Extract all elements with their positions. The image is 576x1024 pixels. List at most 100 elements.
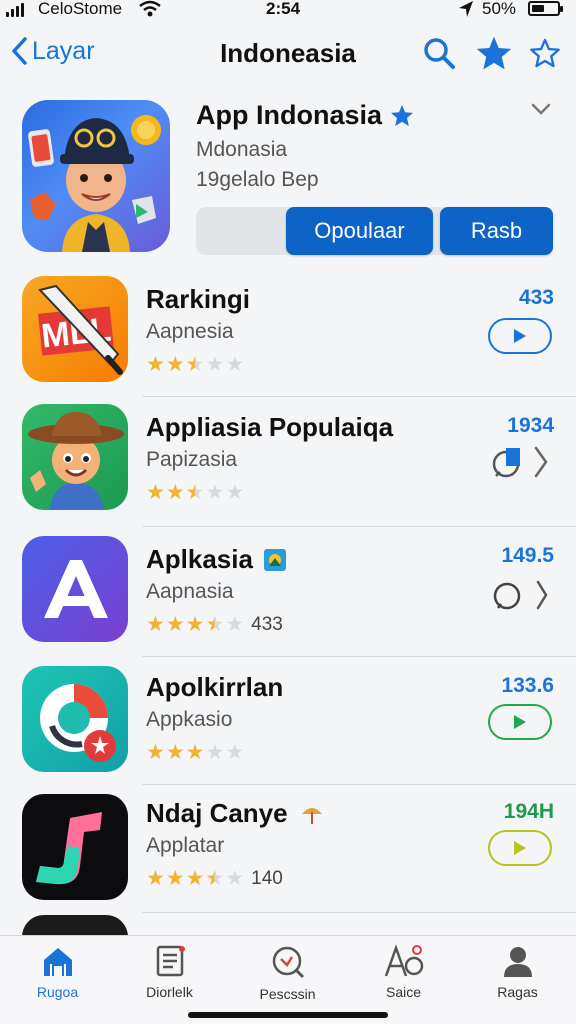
- star-icon: ★: [165, 481, 185, 504]
- comment-icon: [493, 582, 521, 610]
- divider: [142, 396, 576, 397]
- chevron-down-icon: [531, 103, 551, 115]
- app-row[interactable]: Apolkirrlan Appkasio ★ ★ ★ ★ ★ 133.6: [0, 658, 576, 786]
- star-icon: ★: [225, 353, 245, 376]
- star-icon: ★: [205, 613, 225, 636]
- mll-icon: MLL: [22, 276, 128, 382]
- navigation-bar: Layar Indoneasia: [0, 22, 576, 84]
- app-name: Ndaj Canye: [146, 798, 288, 828]
- wifi-icon: [139, 0, 161, 23]
- search-button[interactable]: [420, 34, 458, 72]
- tab-label: Rugoa: [36, 984, 79, 1000]
- tab-home[interactable]: Rugoa: [0, 944, 115, 1014]
- app-row[interactable]: Aplkasia Aapnasia ★ ★ ★ ★ ★ 433 149.5: [0, 528, 576, 656]
- star-icon: ★: [205, 867, 225, 890]
- favorite-filled-button[interactable]: [475, 34, 513, 72]
- badge-icon: [263, 548, 286, 571]
- star-icon: ★: [185, 353, 205, 376]
- app-number: 194H: [503, 800, 554, 823]
- favorite-outline-button[interactable]: [526, 34, 564, 72]
- featured-app-meta: 19gelalo Bep: [196, 168, 319, 191]
- star-icon: ★: [225, 481, 245, 504]
- play-button[interactable]: [488, 830, 552, 866]
- home-icon: [43, 948, 72, 976]
- app-number: 133.6: [501, 674, 554, 697]
- tab-label: Pescssin: [259, 986, 316, 1002]
- tab-search[interactable]: Pescssin: [230, 944, 345, 1014]
- star-icon: ★: [185, 741, 205, 764]
- person-icon: [503, 947, 532, 977]
- star-icon: ★: [146, 741, 165, 764]
- play-button[interactable]: [488, 318, 552, 354]
- app-number: 149.5: [501, 544, 554, 567]
- expand-button[interactable]: [530, 102, 552, 121]
- play-pill: [488, 318, 552, 354]
- rating-stars: ★ ★ ★ ★ ★ 433: [146, 614, 283, 635]
- letter-a-icon: [22, 536, 128, 642]
- home-indicator[interactable]: [188, 1012, 388, 1018]
- app-subtitle: Aapnasia: [146, 580, 234, 603]
- battery-icon: [528, 1, 563, 16]
- tab-documents[interactable]: Diorlelk: [112, 944, 227, 1014]
- tab-label: Saice: [385, 984, 422, 1000]
- app-subtitle: Papizasia: [146, 448, 238, 471]
- star-icon: ★: [165, 613, 185, 636]
- rating-stars: ★ ★ ★ ★ ★: [146, 742, 244, 763]
- umbrella-icon: [301, 807, 322, 824]
- app-number: 1934: [507, 414, 554, 437]
- star-icon: ★: [185, 613, 205, 636]
- play-button[interactable]: [488, 704, 552, 740]
- search-tab-icon: [272, 946, 304, 979]
- j-logo-icon: [22, 794, 128, 900]
- segment-popular-button[interactable]: Opoulaar: [286, 207, 433, 255]
- battery-percent: 50%: [482, 0, 517, 18]
- featured-app-name: App Indonasia: [196, 100, 414, 131]
- app-row[interactable]: MLL Rarkingi Aapnesia ★ ★ ★ ★ ★ 433: [0, 268, 576, 396]
- app-row[interactable]: Appliasia Populaiqa Papizasia ★ ★ ★ ★ ★ 1934: [0, 398, 576, 526]
- star-icon: ★: [146, 353, 165, 376]
- play-icon: [514, 715, 526, 729]
- comment-button[interactable]: [490, 580, 524, 619]
- carrier-name: CeloStome: [38, 0, 123, 18]
- app-name-wrap: Aplkasia: [146, 544, 287, 575]
- featured-app: App Indonasia Mdonasia 19gelalo Bep Opou…: [0, 90, 576, 262]
- app-number: 433: [518, 286, 554, 309]
- chevron-right-button[interactable]: [534, 578, 550, 617]
- app-name: Aplkasia: [146, 544, 253, 574]
- cellular-signal-icon: [6, 3, 24, 17]
- segmented-control: Opoulaar Rasb: [196, 207, 553, 255]
- featured-app-title: App Indonasia: [196, 100, 383, 130]
- app-row[interactable]: Ndaj Canye Applatar ★ ★ ★ ★ ★ 140 194H: [0, 786, 576, 914]
- segment-rasb-button[interactable]: Rasb: [440, 207, 553, 255]
- tab-profile[interactable]: Ragas: [460, 944, 575, 1014]
- star-icon: ★: [225, 867, 245, 890]
- star-icon: ★: [225, 613, 245, 636]
- star-icon: ★: [185, 867, 205, 890]
- location-icon: [458, 0, 474, 23]
- featured-app-icon[interactable]: [22, 100, 170, 252]
- star-filled-icon: [476, 36, 512, 70]
- star-icon: ★: [205, 481, 225, 504]
- star-icon: ★: [205, 353, 225, 376]
- app-name: Apolkirrlan: [146, 672, 284, 702]
- app-name: Appliasia Populaiqa: [146, 412, 394, 442]
- star-badge-icon: [391, 105, 414, 126]
- star-outline-icon: [530, 38, 560, 68]
- chevron-right-icon: [536, 580, 548, 610]
- star-icon: ★: [165, 741, 185, 764]
- chevron-right-button[interactable]: [532, 444, 550, 485]
- rating-count: 433: [251, 614, 283, 635]
- divider: [142, 656, 576, 657]
- play-pill: [488, 830, 552, 866]
- star-icon: ★: [205, 741, 225, 764]
- tab-label: Ragas: [497, 984, 538, 1000]
- chevron-right-icon: [534, 446, 548, 478]
- featured-app-subtitle: Mdonasia: [196, 138, 288, 161]
- share-button[interactable]: [490, 442, 528, 487]
- apps-icon: [384, 944, 423, 977]
- star-icon: ★: [146, 481, 165, 504]
- cowboy-icon: [22, 404, 128, 510]
- segment-empty[interactable]: [196, 207, 284, 255]
- tab-apps[interactable]: Saice: [346, 944, 461, 1014]
- ring-icon: [22, 666, 128, 772]
